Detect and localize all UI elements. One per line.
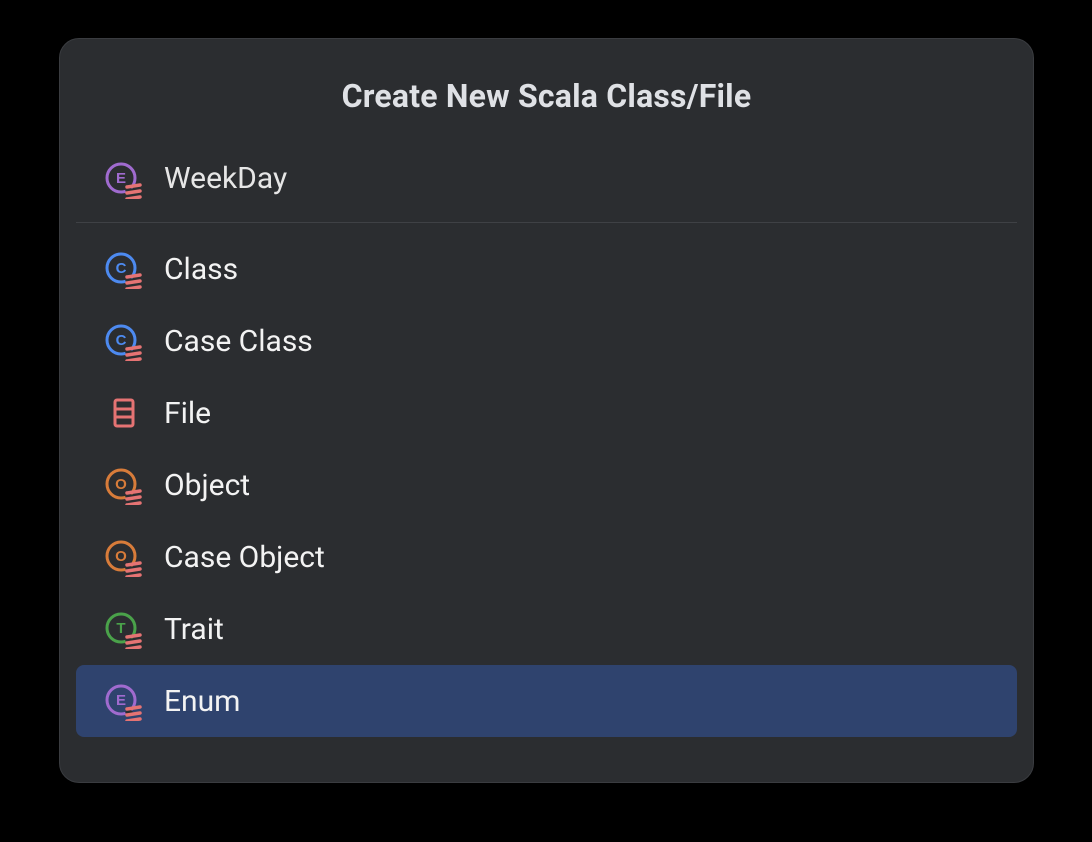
type-option-case-object[interactable]: O Case Object xyxy=(76,521,1017,593)
trait-scala-icon: T xyxy=(104,609,144,649)
file-scala-icon xyxy=(104,393,144,433)
name-row: E xyxy=(60,143,1033,222)
type-option-enum[interactable]: E Enum xyxy=(76,665,1017,737)
type-option-file[interactable]: File xyxy=(76,377,1017,449)
type-option-label: Object xyxy=(164,468,250,503)
svg-text:C: C xyxy=(116,332,127,349)
type-option-label: Case Object xyxy=(164,540,325,575)
type-option-label: Case Class xyxy=(164,324,313,359)
type-option-class[interactable]: C Class xyxy=(76,233,1017,305)
svg-text:T: T xyxy=(116,620,125,637)
object-scala-icon: O xyxy=(104,465,144,505)
svg-text:O: O xyxy=(115,548,127,565)
svg-text:E: E xyxy=(116,170,126,187)
class-scala-icon: C xyxy=(104,321,144,361)
type-option-label: Enum xyxy=(164,684,240,719)
type-option-label: Trait xyxy=(164,612,224,647)
type-option-case-class[interactable]: C Case Class xyxy=(76,305,1017,377)
create-scala-file-dialog: Create New Scala Class/File E C Class xyxy=(59,38,1034,783)
object-scala-icon: O xyxy=(104,537,144,577)
dialog-title: Create New Scala Class/File xyxy=(60,39,1033,143)
svg-text:C: C xyxy=(116,260,127,277)
class-scala-icon: C xyxy=(104,249,144,289)
enum-scala-icon: E xyxy=(104,681,144,721)
name-input[interactable] xyxy=(164,157,989,200)
enum-scala-icon: E xyxy=(104,159,144,199)
type-option-trait[interactable]: T Trait xyxy=(76,593,1017,665)
svg-text:O: O xyxy=(115,476,127,493)
svg-text:E: E xyxy=(116,692,126,709)
type-list: C Class C Case Class File O xyxy=(60,223,1033,753)
type-option-object[interactable]: O Object xyxy=(76,449,1017,521)
type-option-label: File xyxy=(164,396,211,431)
type-option-label: Class xyxy=(164,252,238,287)
